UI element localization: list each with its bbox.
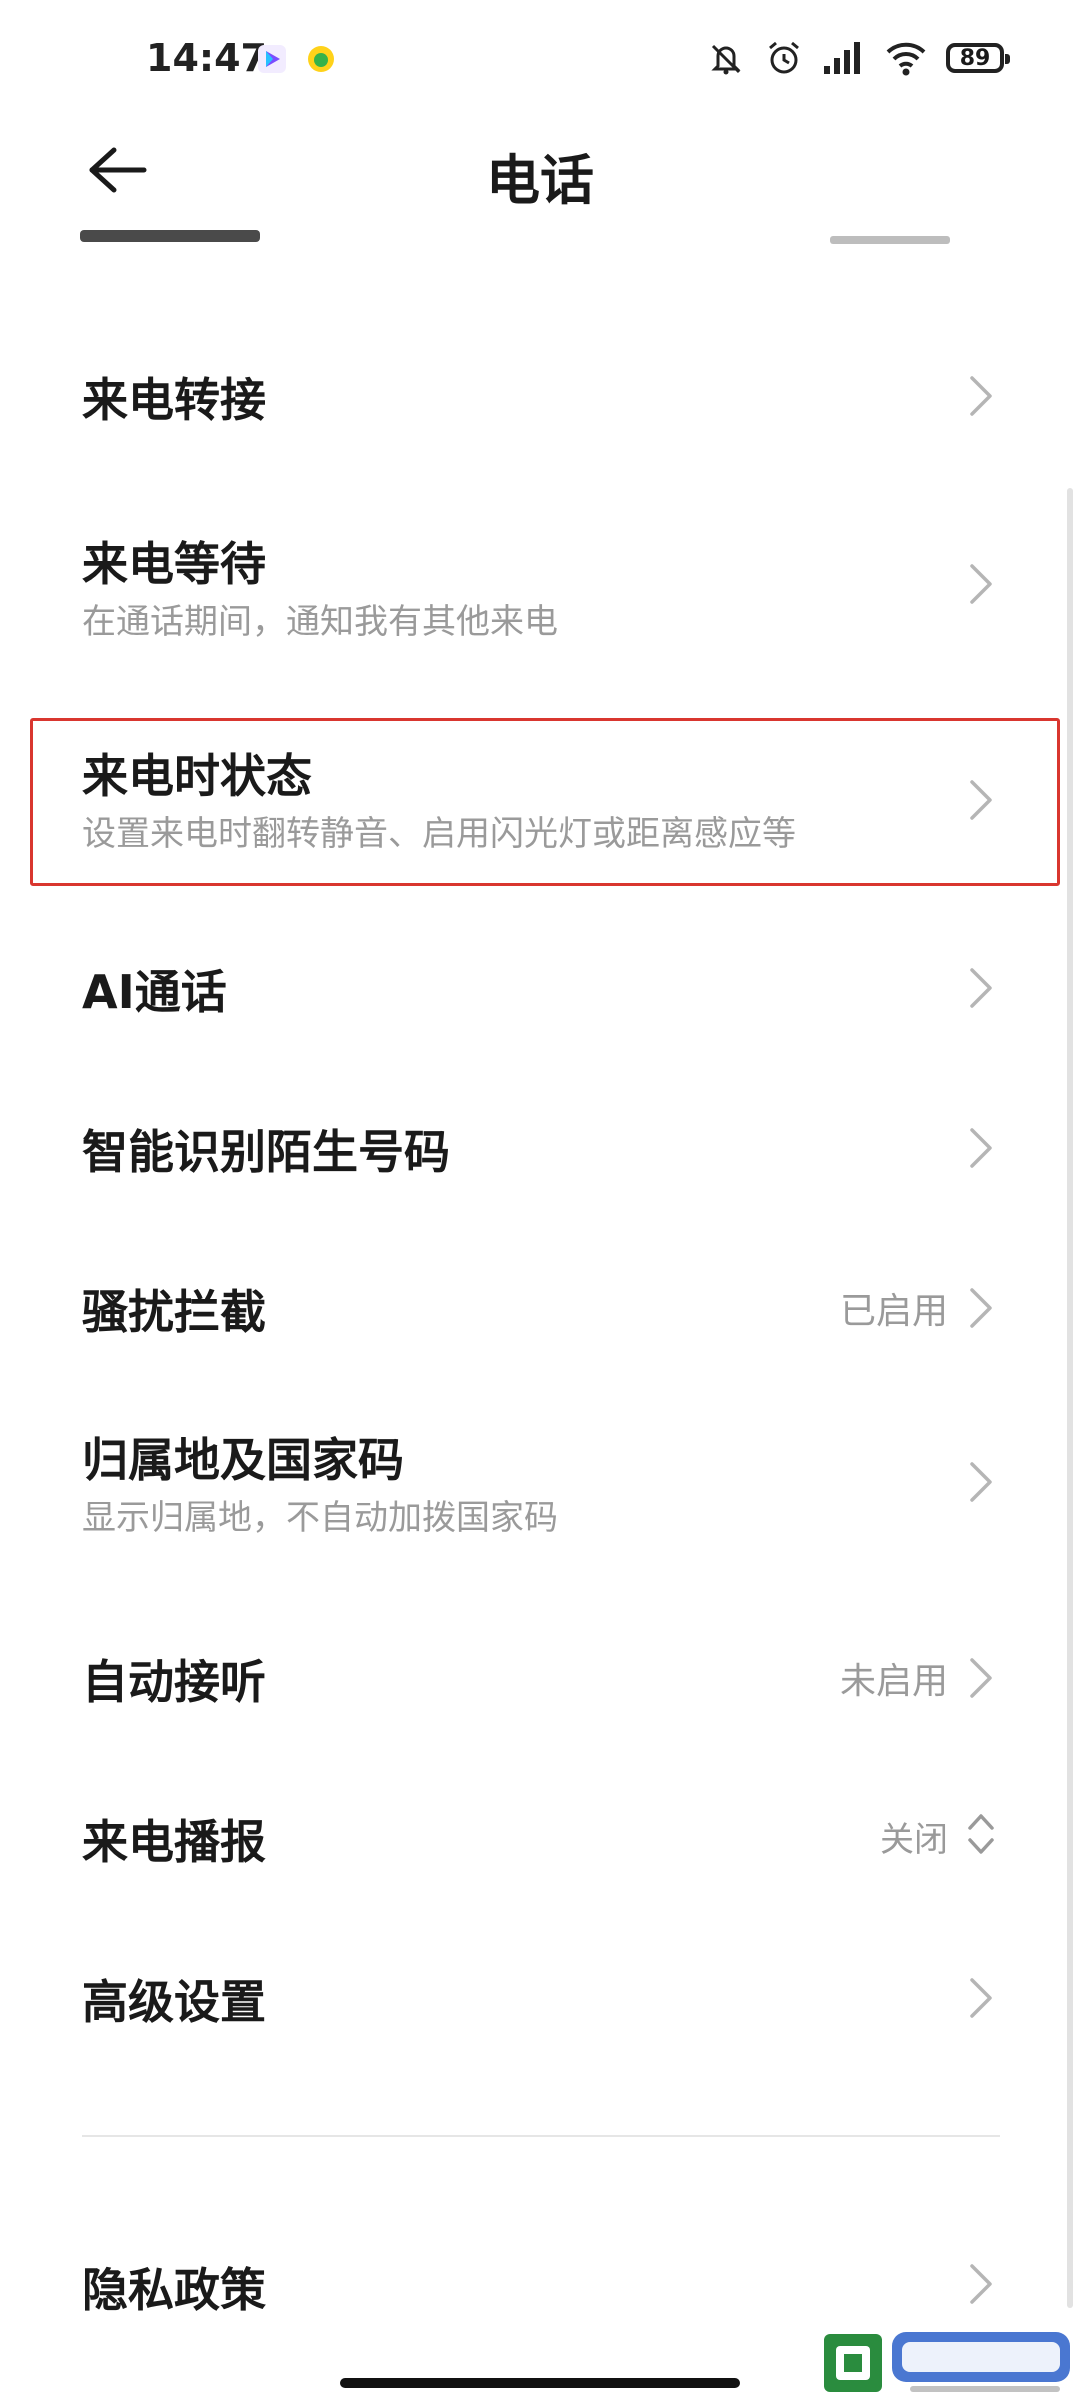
row-description: 设置来电时翻转静音、启用闪光灯或距离感应等 <box>82 814 796 854</box>
chevron-right-icon <box>970 2264 992 2304</box>
row-description: 在通话期间，通知我有其他来电 <box>82 602 558 642</box>
row-label: 来电等待 <box>82 537 266 591</box>
smart-identify-unknown-numbers-row[interactable]: 智能识别陌生号码 <box>0 1080 1080 1210</box>
video-app-icon <box>258 45 286 73</box>
chevron-right-icon <box>970 1658 992 1698</box>
battery-icon: 89 <box>946 43 1010 73</box>
chevron-right-icon <box>970 1288 992 1328</box>
alarm-icon <box>769 41 799 74</box>
status-bar: 14:47 89 <box>0 0 1080 120</box>
row-label: 智能识别陌生号码 <box>82 1125 450 1179</box>
call-forwarding-row[interactable]: 来电转接 <box>0 330 1080 460</box>
title-bar: 电话 <box>0 120 1080 220</box>
wifi-icon <box>886 42 926 76</box>
chevron-right-icon <box>970 564 992 604</box>
row-label: 来电播报 <box>82 1815 266 1869</box>
call-announcement-row[interactable]: 来电播报 关闭 <box>0 1770 1080 1900</box>
status-time: 14:47 <box>146 36 267 80</box>
row-label: 骚扰拦截 <box>82 1285 266 1339</box>
row-label: 高级设置 <box>82 1975 266 2029</box>
scrolled-off-row-value <box>830 232 960 248</box>
row-description: 显示归属地，不自动加拨国家码 <box>82 1498 558 1538</box>
scrolled-off-row-label <box>80 216 280 252</box>
auto-answer-row[interactable]: 自动接听 未启用 <box>0 1610 1080 1740</box>
battery-level: 89 <box>959 45 991 71</box>
chevron-right-icon <box>970 376 992 416</box>
chevron-right-icon <box>970 1128 992 1168</box>
chevron-right-icon <box>970 968 992 1008</box>
section-divider <box>82 2135 1000 2137</box>
scrollbar[interactable] <box>1067 488 1073 2308</box>
incoming-call-state-row[interactable]: 来电时状态 设置来电时翻转静音、启用闪光灯或距离感应等 <box>0 720 1080 884</box>
system-icons: 89 <box>706 36 1010 80</box>
chevron-right-icon <box>970 1462 992 1502</box>
location-country-code-row[interactable]: 归属地及国家码 显示归属地，不自动加拨国家码 <box>0 1400 1080 1560</box>
row-value: 已启用 <box>839 1291 948 1332</box>
row-label: AI通话 <box>82 965 227 1019</box>
call-waiting-row[interactable]: 来电等待 在通话期间，通知我有其他来电 <box>0 510 1080 660</box>
row-value: 未启用 <box>839 1661 948 1702</box>
row-label: 归属地及国家码 <box>82 1433 404 1487</box>
watermark-logo <box>824 2332 1070 2392</box>
row-label: 来电转接 <box>82 373 266 427</box>
signal-icon <box>824 42 860 74</box>
chevron-right-icon <box>970 1978 992 2018</box>
row-label: 自动接听 <box>82 1655 266 1709</box>
mute-icon <box>711 44 741 75</box>
page-title: 电话 <box>486 149 594 212</box>
ai-call-row[interactable]: AI通话 <box>0 920 1080 1050</box>
advanced-settings-row[interactable]: 高级设置 <box>0 1930 1080 2060</box>
music-app-icon <box>308 46 334 72</box>
chevron-up-down-icon <box>968 1814 994 1854</box>
chevron-right-icon <box>970 780 992 820</box>
row-label: 来电时状态 <box>82 749 312 803</box>
row-label: 隐私政策 <box>82 2263 266 2317</box>
harassment-blocking-row[interactable]: 骚扰拦截 已启用 <box>0 1240 1080 1370</box>
home-indicator[interactable] <box>340 2378 740 2388</box>
row-value: 关闭 <box>880 1820 948 1860</box>
